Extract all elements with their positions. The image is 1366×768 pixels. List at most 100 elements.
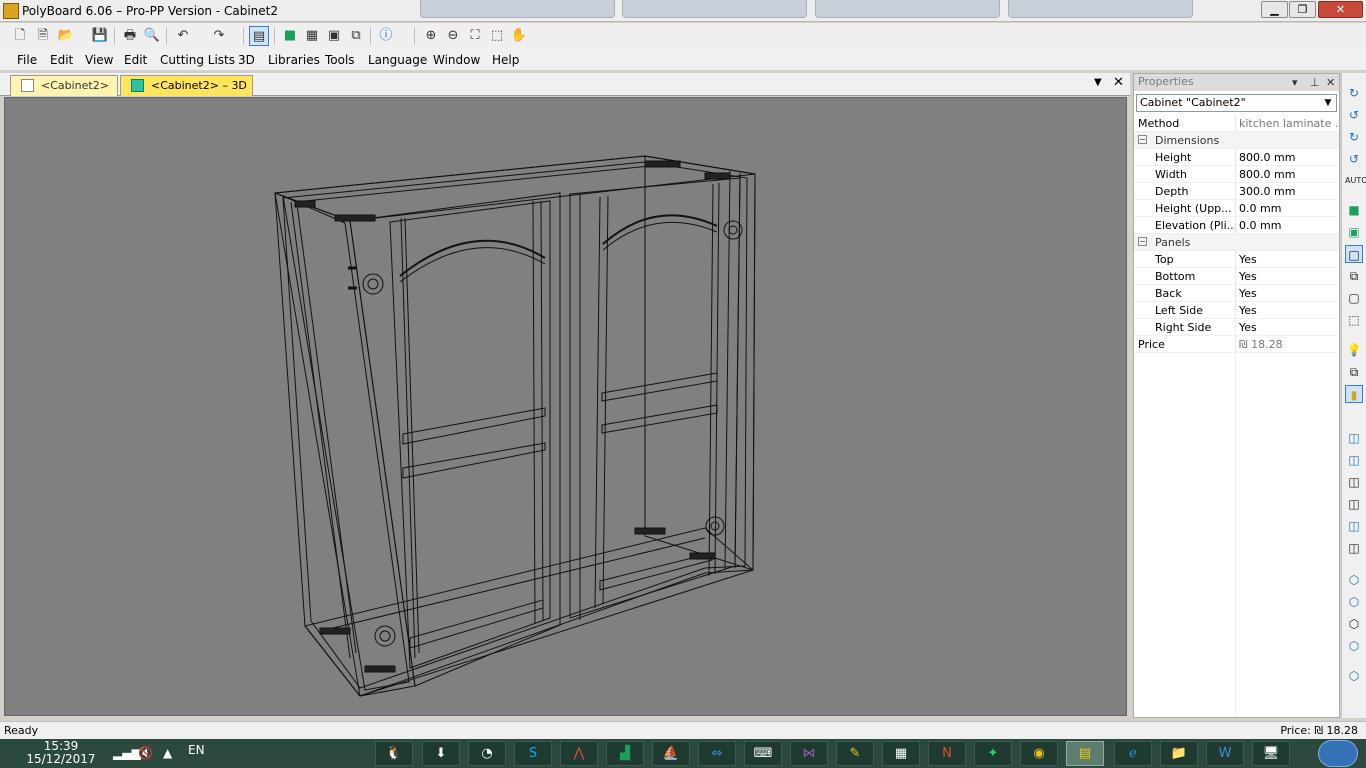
iso-view-icon[interactable]: ⬡ bbox=[1345, 615, 1363, 633]
tab-cabinet2-2d[interactable]: <Cabinet2> bbox=[10, 75, 118, 96]
undo-icon[interactable]: ↶ bbox=[173, 26, 193, 46]
property-row-price[interactable]: Price ₪ 18.28 bbox=[1134, 336, 1339, 353]
view-right-icon[interactable]: ◫ bbox=[1345, 495, 1363, 513]
menu-tools[interactable]: Tools bbox=[325, 53, 355, 67]
maximize-button[interactable]: ❐ bbox=[1289, 1, 1316, 18]
property-row-bottom[interactable]: Bottom Yes bbox=[1134, 268, 1339, 285]
info-icon[interactable]: ⓘ bbox=[376, 26, 396, 46]
new-icon[interactable]: 🗋 bbox=[10, 26, 30, 46]
property-row-method[interactable]: Method kitchen laminate ... bbox=[1134, 115, 1339, 132]
view-2d-icon[interactable]: ▦ bbox=[302, 26, 322, 46]
hidden-line-view-icon[interactable]: ⧉ bbox=[1345, 267, 1363, 285]
print-icon[interactable]: 🖶 bbox=[120, 26, 140, 46]
property-row-top[interactable]: Top Yes bbox=[1134, 251, 1339, 268]
explode-icon[interactable]: ⧉ bbox=[346, 26, 366, 46]
cube-icon[interactable]: ■ bbox=[280, 26, 300, 46]
menu-edit[interactable]: Edit bbox=[50, 53, 73, 67]
group-panels[interactable]: − Panels bbox=[1134, 234, 1339, 251]
taskbar-app-installer-icon[interactable]: ⬇ bbox=[422, 741, 460, 766]
view-bottom-icon[interactable]: ◫ bbox=[1345, 539, 1363, 557]
rotate-view-icon[interactable]: ↻ bbox=[1345, 84, 1363, 102]
dropdown-icon[interactable]: ▾ bbox=[1292, 75, 1298, 91]
tab-list-dropdown-icon[interactable]: ▼ bbox=[1094, 77, 1102, 88]
collapse-icon[interactable]: − bbox=[1138, 135, 1147, 144]
property-row-depth[interactable]: Depth 300.0 mm bbox=[1134, 183, 1339, 200]
taskbar-app-ship-icon[interactable]: ⛵ bbox=[652, 741, 690, 766]
redo-icon[interactable]: ↷ bbox=[209, 26, 229, 46]
wireframe-view-icon[interactable]: □ bbox=[1345, 245, 1363, 263]
start-button[interactable] bbox=[1318, 740, 1358, 767]
close-button[interactable]: ✕ bbox=[1318, 1, 1363, 18]
taskbar-app-puzzle-icon[interactable]: ✦ bbox=[974, 741, 1012, 766]
group-dimensions[interactable]: − Dimensions bbox=[1134, 132, 1339, 149]
menu-edit-2[interactable]: Edit bbox=[124, 53, 147, 67]
menu-language[interactable]: Language bbox=[368, 53, 427, 67]
background-window-tab[interactable] bbox=[815, 0, 1000, 18]
close-icon[interactable]: ✕ bbox=[1326, 75, 1335, 91]
menu-view[interactable]: View bbox=[85, 53, 113, 67]
taskbar-app-notes-icon[interactable]: ✎ bbox=[836, 741, 874, 766]
taskbar-app-ie-icon[interactable]: ℯ bbox=[1114, 741, 1152, 766]
language-indicator[interactable]: EN bbox=[188, 743, 205, 757]
pin-icon[interactable]: ⊥ bbox=[1310, 75, 1320, 91]
close-document-icon[interactable]: ✕ bbox=[1113, 75, 1124, 90]
taskbar-app-chrome-icon[interactable]: ◉ bbox=[1020, 741, 1058, 766]
menu-3d[interactable]: 3D bbox=[238, 53, 255, 67]
taskbar-app-n-icon[interactable]: N bbox=[928, 741, 966, 766]
copy-view-icon[interactable]: ⧉ bbox=[1345, 363, 1363, 381]
taskbar-app-polyboard-icon[interactable]: ▤ bbox=[1066, 741, 1104, 766]
outline-view-icon[interactable]: ▢ bbox=[1345, 289, 1363, 307]
view-top-icon[interactable]: ◫ bbox=[1345, 517, 1363, 535]
show-hidden-icons-icon[interactable]: ▲ bbox=[163, 746, 172, 760]
iso-view-icon[interactable]: ⬡ bbox=[1345, 571, 1363, 589]
rotate-view-icon[interactable]: ↻ bbox=[1345, 128, 1363, 146]
solid-edges-view-icon[interactable]: ▣ bbox=[1345, 223, 1363, 241]
property-row-height[interactable]: Height 800.0 mm bbox=[1134, 149, 1339, 166]
property-row-height-upper[interactable]: Height (Upp... 0.0 mm bbox=[1134, 200, 1339, 217]
taskbar-app-dashboard-icon[interactable]: ◔ bbox=[468, 741, 506, 766]
taskbar-app-keyboard-icon[interactable]: ⌨ bbox=[744, 741, 782, 766]
system-clock[interactable]: 15:39 15/12/2017 bbox=[26, 740, 96, 766]
property-row-elevation[interactable]: Elevation (Pli... 0.0 mm bbox=[1134, 217, 1339, 234]
view-left-icon[interactable]: ◫ bbox=[1345, 473, 1363, 491]
box-view-icon[interactable]: ⬚ bbox=[1345, 311, 1363, 329]
taskbar-app-explorer-icon[interactable]: 📁 bbox=[1160, 741, 1198, 766]
taskbar-app-teamviewer-icon[interactable]: ⇔ bbox=[698, 741, 736, 766]
zoom-out-icon[interactable]: ⊖ bbox=[443, 26, 463, 46]
background-window-tab[interactable] bbox=[622, 0, 807, 18]
lightbulb-icon[interactable]: 💡 bbox=[1345, 341, 1363, 359]
background-window-tab[interactable] bbox=[1008, 0, 1193, 18]
iso-view-icon[interactable]: ⬡ bbox=[1345, 637, 1363, 655]
taskbar-app-word-icon[interactable]: W bbox=[1206, 741, 1244, 766]
property-row-back[interactable]: Back Yes bbox=[1134, 285, 1339, 302]
view-back-icon[interactable]: ◫ bbox=[1345, 451, 1363, 469]
menu-cutting-lists[interactable]: Cutting Lists bbox=[160, 53, 235, 67]
rotate-view-icon[interactable]: ↺ bbox=[1345, 106, 1363, 124]
open-icon[interactable]: 📂 bbox=[56, 26, 76, 46]
taskbar-app-calculator-icon[interactable]: ▦ bbox=[882, 741, 920, 766]
menu-window[interactable]: Window bbox=[433, 53, 480, 67]
pan-hand-icon[interactable]: ✋ bbox=[509, 26, 529, 46]
collapse-icon[interactable]: − bbox=[1138, 237, 1147, 246]
property-row-width[interactable]: Width 800.0 mm bbox=[1134, 166, 1339, 183]
taskbar-app-qq-icon[interactable]: 🐧 bbox=[375, 741, 413, 766]
property-row-left-side[interactable]: Left Side Yes bbox=[1134, 302, 1339, 319]
solid-view-icon[interactable]: ■ bbox=[1345, 201, 1363, 219]
save-icon[interactable]: 💾 bbox=[90, 26, 110, 46]
zoom-window-icon[interactable]: ⬚ bbox=[487, 26, 507, 46]
iso-view-icon[interactable]: ⬡ bbox=[1345, 667, 1363, 685]
properties-icon[interactable]: ▤ bbox=[249, 26, 269, 46]
viewport-3d[interactable] bbox=[4, 97, 1127, 716]
background-window-tab[interactable] bbox=[420, 0, 615, 18]
taskbar-app-arrow-icon[interactable]: ⋀ bbox=[560, 741, 598, 766]
auto-rotate-icon[interactable]: AUTO bbox=[1345, 172, 1366, 190]
taskbar-app-skype-icon[interactable]: S bbox=[514, 741, 552, 766]
taskbar-app-chart-icon[interactable]: ▟ bbox=[606, 741, 644, 766]
rotate-view-icon[interactable]: ↺ bbox=[1345, 150, 1363, 168]
view-front-icon[interactable]: ◫ bbox=[1345, 429, 1363, 447]
taskbar-app-computer-icon[interactable]: 🖥 bbox=[1252, 741, 1290, 766]
volume-muted-icon[interactable]: 🔇 bbox=[138, 746, 153, 760]
view-3d-icon[interactable]: ▣ bbox=[324, 26, 344, 46]
menu-file[interactable]: File bbox=[17, 53, 37, 67]
zoom-extents-icon[interactable]: ⛶ bbox=[465, 26, 485, 46]
